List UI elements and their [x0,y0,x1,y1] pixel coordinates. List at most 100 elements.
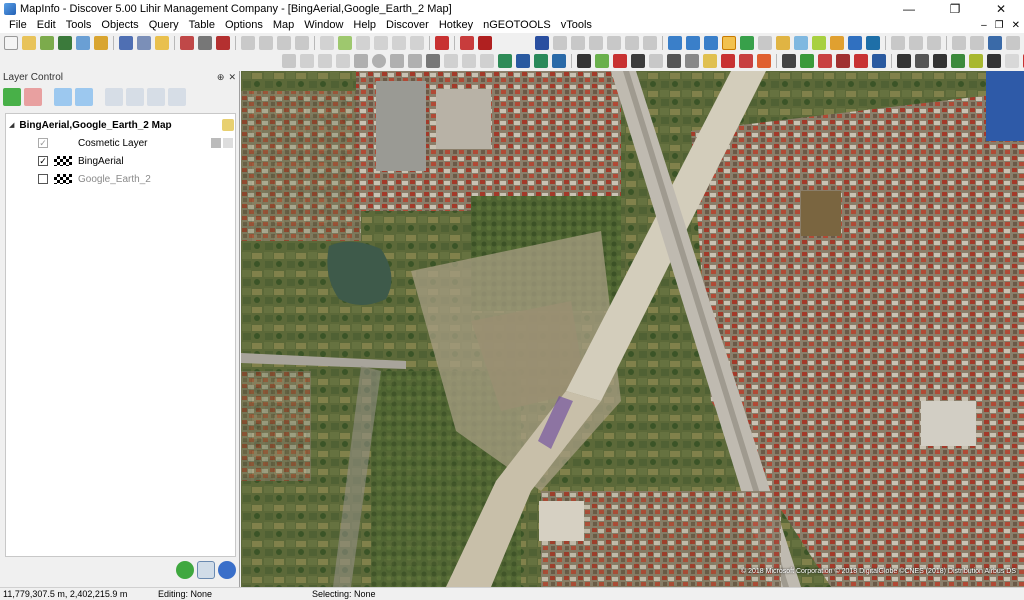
save-workspace-icon[interactable] [155,36,169,50]
menu-window[interactable]: Window [299,17,348,33]
layer-style-icon[interactable] [126,88,144,106]
boundary-select-icon[interactable] [607,36,621,50]
open-web-service-icon[interactable] [76,36,90,50]
editing-status[interactable]: Editing: None [158,589,212,599]
menu-tools[interactable]: Tools [61,17,97,33]
discover-icon[interactable] [435,36,449,50]
layer-row-google-earth-2[interactable]: Google_Earth_2 [38,171,233,187]
window-icon[interactable] [872,54,886,68]
unselect-all-icon[interactable] [625,36,639,50]
elevation-icon[interactable] [933,54,947,68]
open-dbms-icon[interactable] [58,36,72,50]
selecting-status[interactable]: Selecting: None [312,589,376,599]
new-mapper-icon[interactable] [338,36,352,50]
tag-icon[interactable] [757,54,771,68]
split-line-icon[interactable] [836,54,850,68]
map-tree-node[interactable]: ◢ BingAerial,Google_Earth_2 Map [9,117,234,133]
bingaerial-checkbox[interactable]: ✓ [38,156,48,166]
print-pdf-icon[interactable] [216,36,230,50]
grid-icon[interactable] [577,54,591,68]
open-icon[interactable] [22,36,36,50]
reshape-tool-icon[interactable] [462,54,476,68]
sigma-icon[interactable] [866,36,880,50]
layer-list-icon[interactable] [197,561,215,579]
reshape-icon[interactable] [927,36,941,50]
graph-icon[interactable] [595,54,609,68]
text-tool-icon[interactable] [426,54,440,68]
export-icon[interactable] [180,36,194,50]
layer-row-cosmetic[interactable]: ✓ Cosmetic Layer [38,135,233,151]
pin-icon[interactable] [649,54,663,68]
new-grapher-icon[interactable] [356,36,370,50]
map-properties-icon[interactable] [222,119,234,131]
line-style-icon[interactable] [498,54,512,68]
rectangle-tool-icon[interactable] [390,54,404,68]
add-node-icon[interactable] [952,36,966,50]
menu-table[interactable]: Table [184,17,220,33]
edit-icon[interactable] [211,138,221,148]
print-icon[interactable] [198,36,212,50]
menu-help[interactable]: Help [348,17,381,33]
minimize-button[interactable]: — [886,0,932,17]
menu-hotkey[interactable]: Hotkey [434,17,478,33]
mdi-restore-button[interactable]: ❐ [995,20,1004,31]
pencil-icon[interactable] [800,54,814,68]
save-copy-icon[interactable] [137,36,151,50]
zoom-out-icon[interactable] [686,36,700,50]
add-node-tool-icon[interactable] [480,54,494,68]
new-redistrict-icon[interactable] [392,36,406,50]
snap-icon[interactable] [970,36,984,50]
line-edit-icon[interactable] [818,54,832,68]
frame-tool-icon[interactable] [444,54,458,68]
layer-label-icon[interactable] [147,88,165,106]
flag-icon[interactable] [854,54,868,68]
ruler-icon[interactable] [830,36,844,50]
symbol-tool-icon[interactable] [282,54,296,68]
mdi-close-button[interactable]: ✕ [1012,20,1020,31]
rounded-rectangle-tool-icon[interactable] [408,54,422,68]
google-earth-2-checkbox[interactable] [38,174,48,184]
close-all-icon[interactable] [478,36,492,50]
line-tool-icon[interactable] [300,54,314,68]
menu-ngeotools[interactable]: nGEOTOOLS [478,17,556,33]
move-down-icon[interactable] [75,88,93,106]
set-target-icon[interactable] [909,36,923,50]
move-up-icon[interactable] [54,88,72,106]
new-browser-icon[interactable] [320,36,334,50]
compass-icon[interactable] [915,54,929,68]
pin-icon[interactable]: ⊕ [217,72,225,83]
clip-region-icon[interactable] [891,36,905,50]
region-style-icon[interactable] [516,54,530,68]
menu-edit[interactable]: Edit [32,17,61,33]
menu-vtools[interactable]: vTools [556,17,597,33]
menu-objects[interactable]: Objects [96,17,143,33]
cosmetic-layer-checkbox[interactable]: ✓ [38,138,48,148]
invert-selection-icon[interactable] [643,36,657,50]
txt-import-icon[interactable] [631,54,645,68]
info-tool-icon[interactable] [740,36,754,50]
digitize-icon[interactable] [782,54,796,68]
help-icon[interactable] [218,561,236,579]
select-arrow-icon[interactable] [535,36,549,50]
legend-icon[interactable] [410,36,424,50]
table-delete-icon[interactable] [460,36,474,50]
text-style-icon[interactable] [552,54,566,68]
gps-icon[interactable] [897,54,911,68]
undo-icon[interactable] [295,36,309,50]
marquee-select-icon[interactable] [553,36,567,50]
zoom-in-icon[interactable] [668,36,682,50]
label-tool-icon[interactable] [776,36,790,50]
layer-properties-icon[interactable] [105,88,123,106]
measure-icon[interactable] [951,54,965,68]
menu-query[interactable]: Query [144,17,184,33]
label-icon[interactable] [223,138,233,148]
ellipse-tool-icon[interactable] [372,54,386,68]
add-layer-icon[interactable] [3,88,21,106]
polygon-tool-icon[interactable] [354,54,368,68]
wor-icon[interactable] [703,54,717,68]
collapse-arrow-icon[interactable]: ◢ [9,121,14,129]
cut-icon[interactable] [241,36,255,50]
map-window[interactable]: © 2018 Microsoft Corporation © 2018 Digi… [241,71,1024,587]
copy-icon[interactable] [259,36,273,50]
mdi-minimize-button[interactable]: – [981,20,987,31]
